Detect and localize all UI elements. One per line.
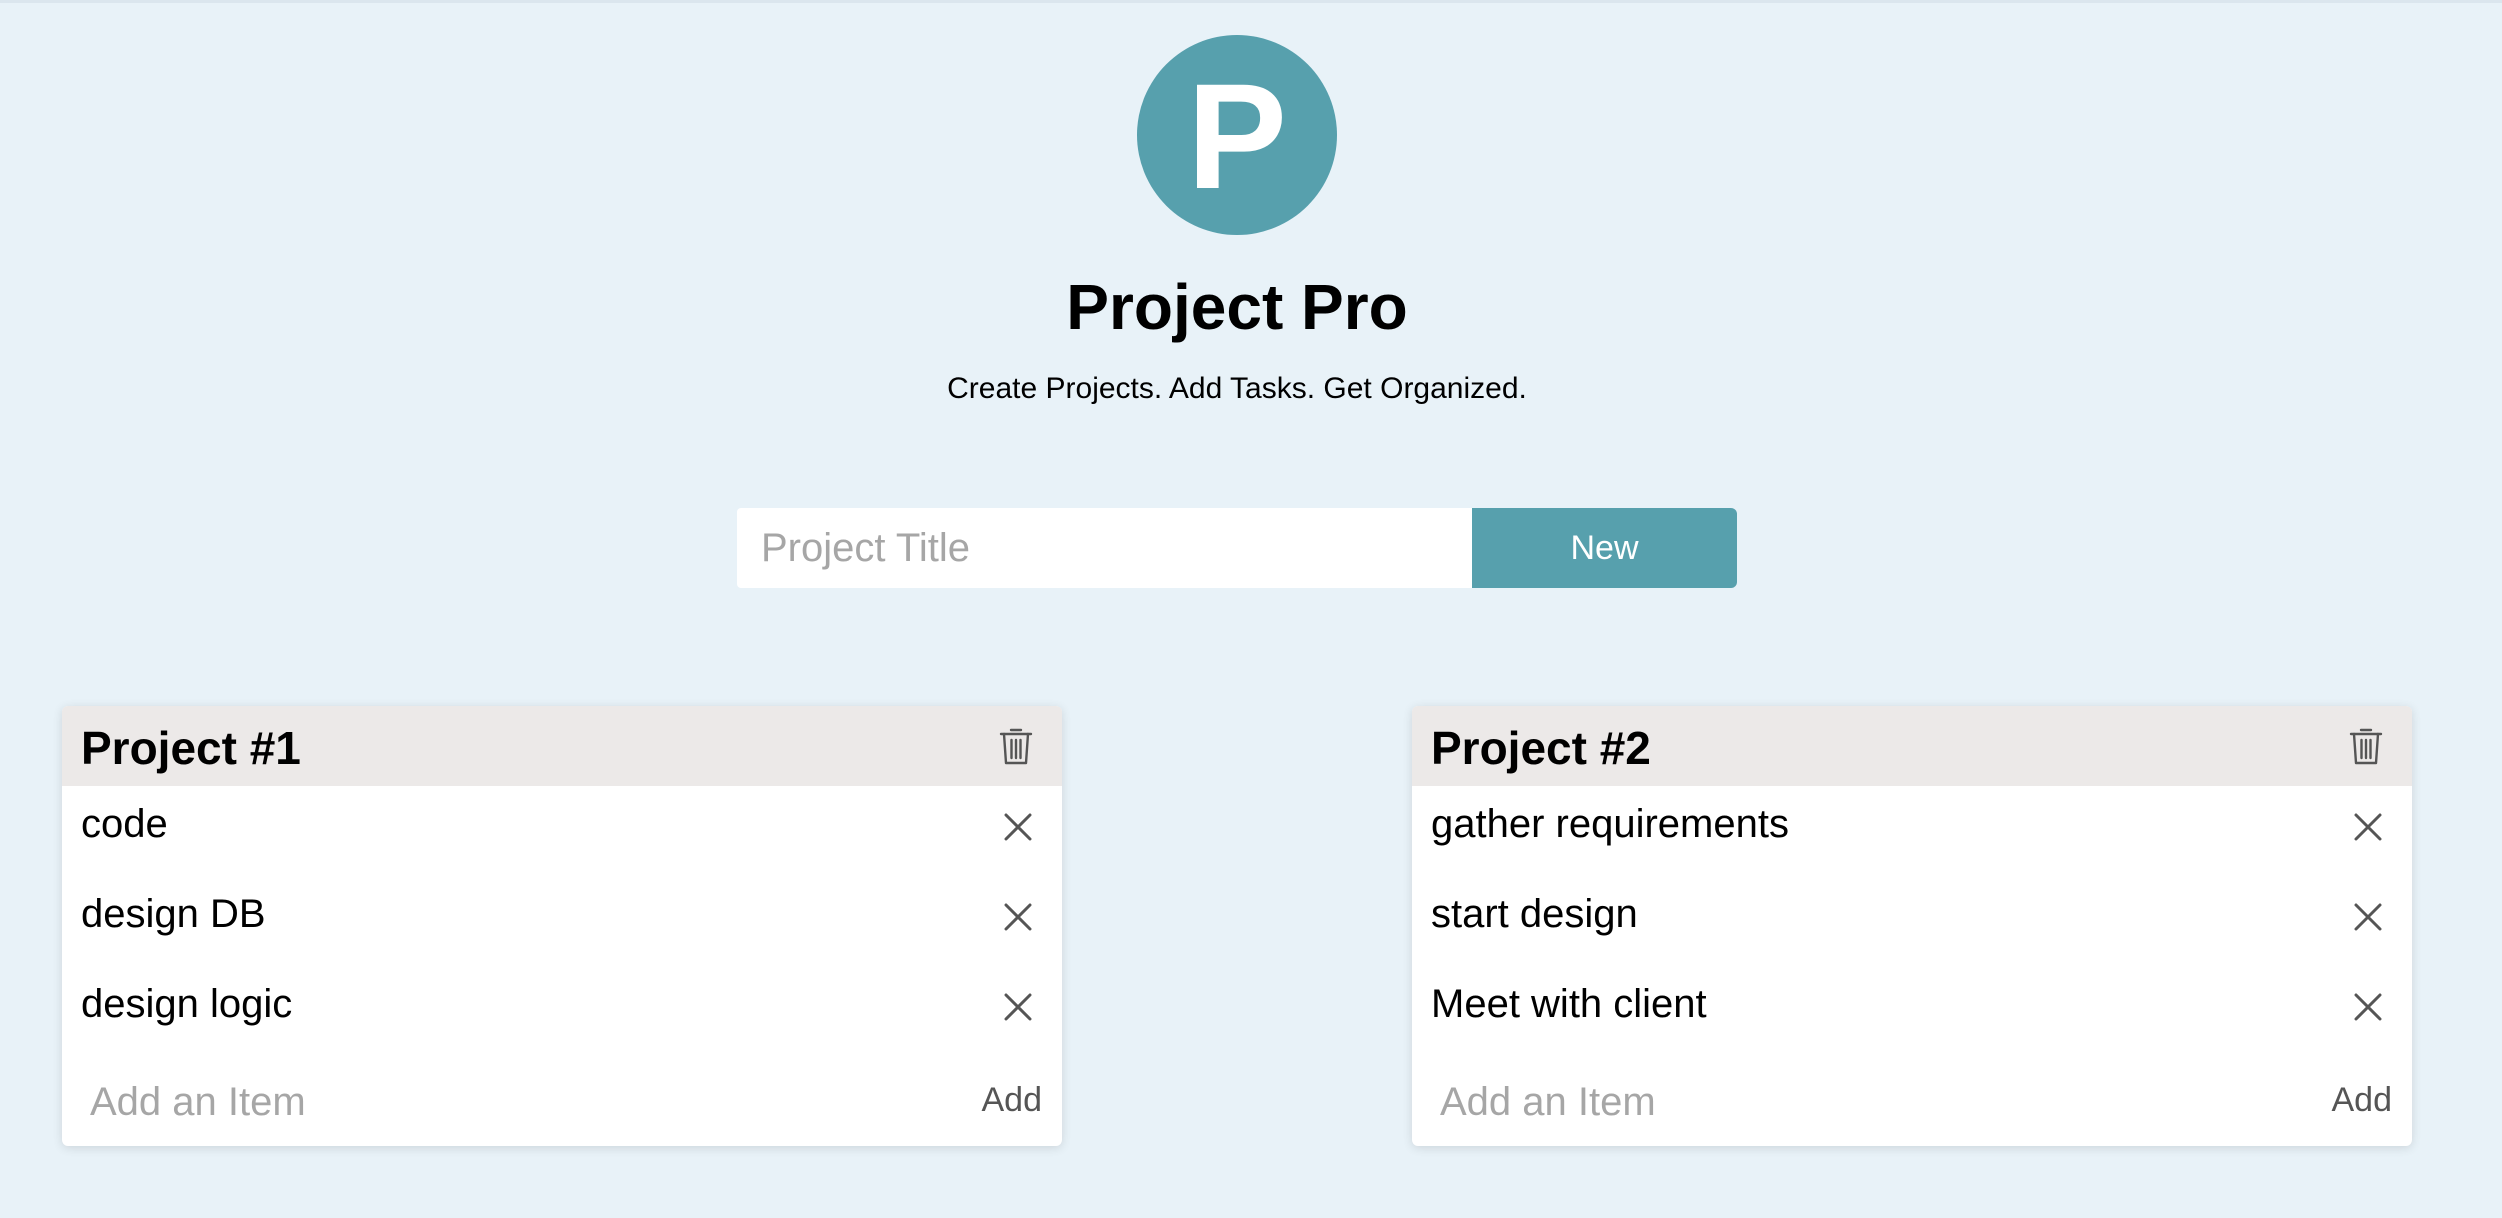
remove-item-button[interactable]: [998, 807, 1038, 847]
close-icon: [2354, 993, 2382, 1021]
close-icon: [2354, 813, 2382, 841]
list-item: Meet with client: [1412, 966, 2412, 1056]
list-item: design logic: [62, 966, 1062, 1056]
remove-item-button[interactable]: [2348, 807, 2388, 847]
list-item: code: [62, 786, 1062, 876]
item-text: Meet with client: [1431, 981, 1707, 1026]
project-card-header: Project #2: [1412, 706, 2412, 786]
new-project-button[interactable]: New: [1472, 508, 1737, 588]
close-icon: [1004, 993, 1032, 1021]
project-card-header: Project #1: [62, 706, 1062, 786]
close-icon: [2354, 903, 2382, 931]
close-icon: [1004, 903, 1032, 931]
app-title: Project Pro: [1066, 271, 1408, 343]
add-item-button[interactable]: Add: [2332, 1081, 2393, 1120]
project-title: Project #1: [81, 722, 301, 774]
trash-icon: [999, 728, 1033, 765]
item-text: design logic: [81, 981, 293, 1026]
add-item-row: Add: [62, 1056, 1062, 1146]
item-text: start design: [1431, 891, 1638, 936]
app-logo: P: [1137, 35, 1337, 235]
remove-item-button[interactable]: [2348, 897, 2388, 937]
project-card: Project #1 code design DB design logic A…: [62, 706, 1062, 1146]
delete-project-button[interactable]: [2344, 724, 2388, 768]
delete-project-button[interactable]: [994, 724, 1038, 768]
item-text: code: [81, 801, 168, 846]
add-item-input[interactable]: [90, 1079, 982, 1125]
project-card: Project #2 gather requirements start des…: [1412, 706, 2412, 1146]
list-item: design DB: [62, 876, 1062, 966]
close-icon: [1004, 813, 1032, 841]
item-text: design DB: [81, 891, 266, 936]
add-item-input[interactable]: [1440, 1079, 2332, 1125]
remove-item-button[interactable]: [998, 897, 1038, 937]
project-title: Project #2: [1431, 722, 1651, 774]
logo-letter: P: [1186, 52, 1288, 220]
app-tagline: Create Projects. Add Tasks. Get Organize…: [947, 372, 1527, 405]
item-text: gather requirements: [1431, 801, 1789, 846]
new-project-form: New: [737, 508, 1737, 588]
remove-item-button[interactable]: [2348, 987, 2388, 1027]
list-item: gather requirements: [1412, 786, 2412, 876]
item-list: code design DB design logic: [62, 786, 1062, 1056]
add-item-button[interactable]: Add: [982, 1081, 1043, 1120]
add-item-row: Add: [1412, 1056, 2412, 1146]
item-list: gather requirements start design Meet wi…: [1412, 786, 2412, 1056]
remove-item-button[interactable]: [998, 987, 1038, 1027]
trash-icon: [2349, 728, 2383, 765]
list-item: start design: [1412, 876, 2412, 966]
project-title-input[interactable]: [737, 508, 1472, 588]
